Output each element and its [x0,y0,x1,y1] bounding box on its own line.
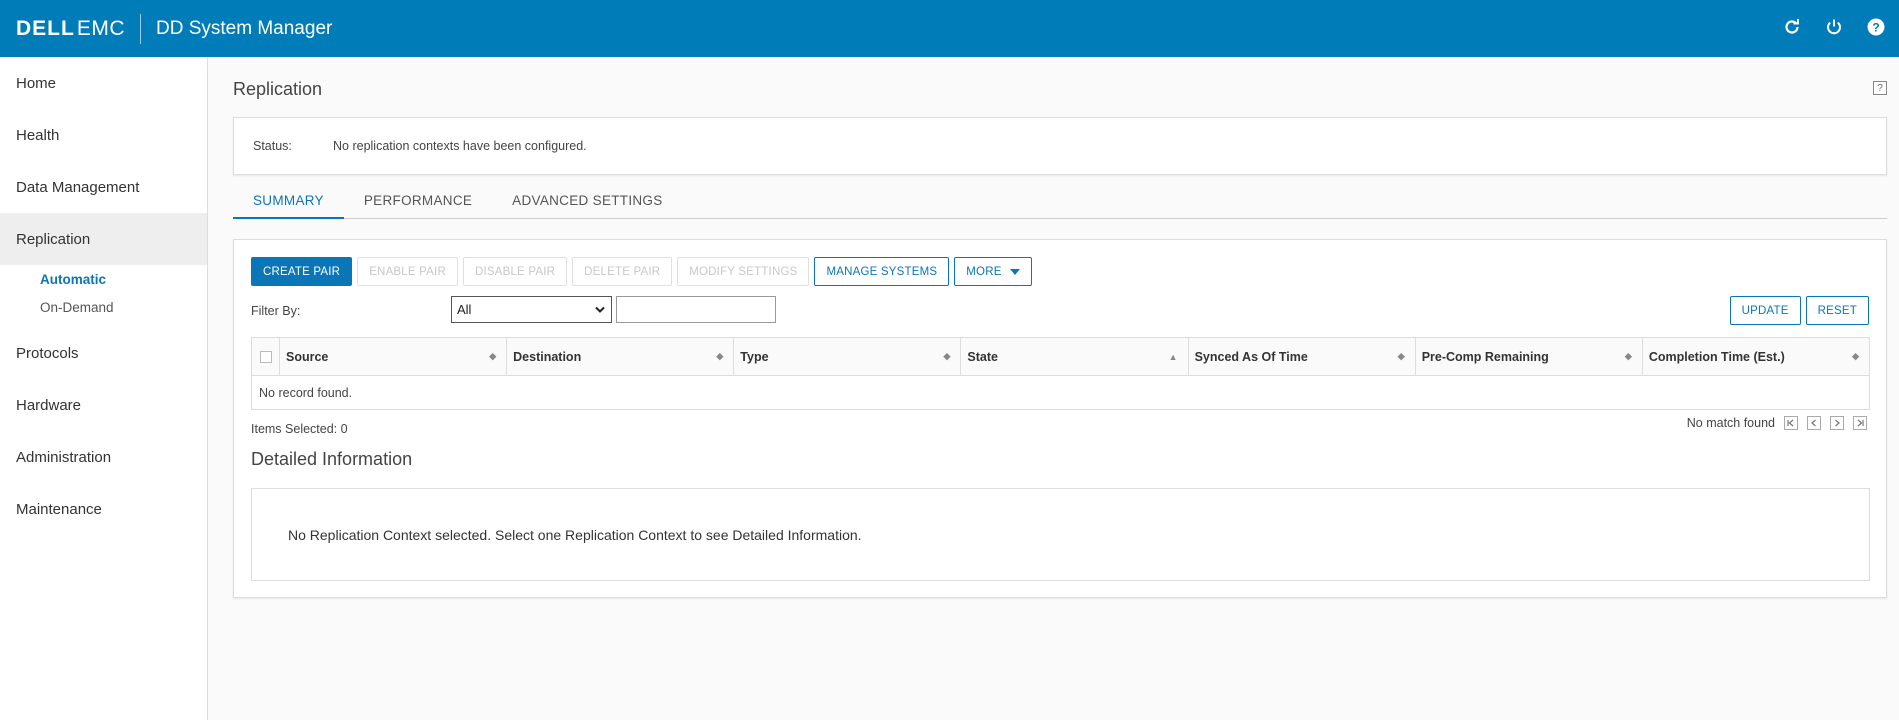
sidebar-item-home[interactable]: Home [0,57,207,109]
column-label: State [967,349,998,364]
detail-title: Detailed Information [251,449,413,469]
caret-down-icon [1009,268,1020,275]
sidebar-item-administration[interactable]: Administration [0,431,207,483]
sort-icon: ◆ [489,351,497,361]
disable-pair-button[interactable]: DISABLE PAIR [462,257,568,286]
filter-label: Filter By: [251,304,301,318]
sidebar: Home Health Data Management Replication … [0,57,208,720]
column-label: Pre-Comp Remaining [1421,349,1549,364]
column-source[interactable]: Source ◆ [280,338,508,375]
status-label: Status: [253,139,292,153]
power-icon[interactable] [1823,16,1845,38]
sort-icon: ◆ [1624,351,1632,361]
detail-message: No Replication Context selected. Select … [288,526,862,543]
update-button[interactable]: UPDATE [1729,296,1801,325]
tab-performance[interactable]: PERFORMANCE [344,193,492,219]
sidebar-item-maintenance[interactable]: Maintenance [0,483,207,535]
column-label: Synced As Of Time [1194,349,1308,364]
detail-box: No Replication Context selected. Select … [251,488,1870,581]
sort-icon: ◆ [943,351,951,361]
column-label: Destination [513,349,582,364]
sort-icon: ◆ [1397,351,1405,361]
sidebar-item-protocols[interactable]: Protocols [0,327,207,379]
more-dropdown-button[interactable]: MORE [954,257,1032,286]
column-completion-time[interactable]: Completion Time (Est.) ◆ [1643,338,1869,375]
column-label: Completion Time (Est.) [1648,349,1785,364]
tab-bar: SUMMARY PERFORMANCE ADVANCED SETTINGS [233,193,1887,219]
column-label: Source [286,349,329,364]
column-type[interactable]: Type ◆ [734,338,962,375]
status-value: No replication contexts have been config… [333,139,587,153]
sort-icon: ◆ [1852,351,1859,361]
sidebar-item-replication[interactable]: Replication [0,213,207,265]
items-selected-count: Items Selected: 0 [251,422,348,436]
next-page-icon[interactable] [1830,416,1844,430]
filter-actions: UPDATE RESET [1729,296,1869,325]
more-label: MORE [966,265,1002,278]
select-all-checkbox[interactable] [259,350,272,363]
help-icon[interactable]: ? [1865,16,1887,38]
delete-pair-button[interactable]: DELETE PAIR [572,257,673,286]
table-header: Source ◆ Destination ◆ Type ◆ State ▲ Synced… [252,338,1869,376]
summary-panel: CREATE PAIR ENABLE PAIR DISABLE PAIR DEL… [233,239,1887,598]
pager: No match found [1687,416,1867,430]
create-pair-button[interactable]: CREATE PAIR [251,257,353,286]
sidebar-item-data-management[interactable]: Data Management [0,161,207,213]
column-state[interactable]: State ▲ [961,338,1189,375]
sidebar-item-health[interactable]: Health [0,109,207,161]
column-pre-comp-remaining[interactable]: Pre-Comp Remaining ◆ [1416,338,1643,375]
sidebar-subitem-on-demand[interactable]: On-Demand [0,293,207,321]
last-page-icon[interactable] [1853,416,1867,430]
pager-status: No match found [1686,416,1775,430]
sort-icon: ◆ [716,351,724,361]
sidebar-item-hardware[interactable]: Hardware [0,379,207,431]
app-title: DD System Manager [156,17,333,39]
page-help-button[interactable]: ? [1873,81,1887,95]
filter-select[interactable]: All [451,296,612,323]
reset-button[interactable]: RESET [1805,296,1869,325]
tab-summary[interactable]: SUMMARY [233,193,344,219]
first-page-icon[interactable] [1784,416,1798,430]
select-all-cell [252,338,280,375]
column-label: Type [740,349,769,364]
refresh-icon[interactable] [1781,16,1803,38]
column-destination[interactable]: Destination ◆ [507,338,735,375]
sidebar-subitem-automatic[interactable]: Automatic [0,265,207,293]
logo-divider [140,13,141,44]
manage-systems-button[interactable]: MANAGE SYSTEMS [814,257,950,286]
toolbar: CREATE PAIR ENABLE PAIR DISABLE PAIR DEL… [251,257,1032,286]
tab-advanced-settings[interactable]: ADVANCED SETTINGS [492,193,682,219]
svg-text:?: ? [1872,21,1879,35]
replication-table: Source ◆ Destination ◆ Type ◆ State ▲ Synced… [251,337,1870,410]
enable-pair-button[interactable]: ENABLE PAIR [357,257,458,286]
filter-text-input[interactable] [616,296,776,323]
logo-bold: DELL [16,16,75,40]
column-synced-as-of-time[interactable]: Synced As Of Time ◆ [1189,338,1416,375]
chevron-down-icon [595,306,605,313]
page-title: Replication [233,79,323,99]
dell-emc-logo: DELL EMC [16,17,125,41]
sort-ascending-icon: ▲ [1168,351,1178,362]
modify-settings-button[interactable]: MODIFY SETTINGS [677,257,810,286]
filter-selected-value: All [457,302,472,317]
status-panel: Status: No replication contexts have bee… [233,117,1887,175]
top-bar: DELL EMC DD System Manager ? [0,0,1899,57]
prev-page-icon[interactable] [1807,416,1821,430]
empty-row: No record found. [259,385,353,400]
logo-light: EMC [76,16,125,40]
top-icons: ? [1781,16,1887,38]
